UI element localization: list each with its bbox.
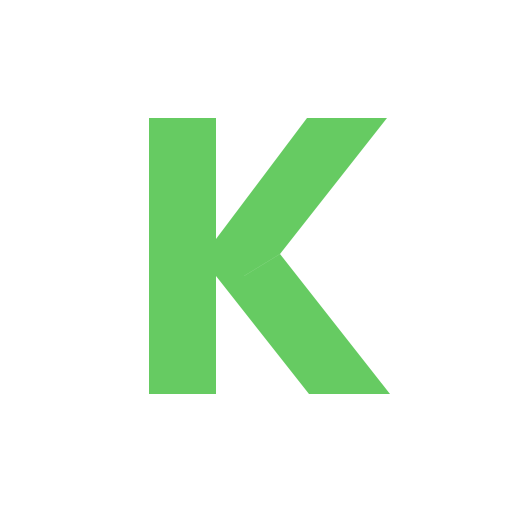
k-vertical-stem — [149, 118, 216, 394]
k-logo-icon — [149, 118, 390, 394]
app-icon-canvas — [0, 0, 512, 512]
k-upper-diagonal — [216, 118, 387, 276]
